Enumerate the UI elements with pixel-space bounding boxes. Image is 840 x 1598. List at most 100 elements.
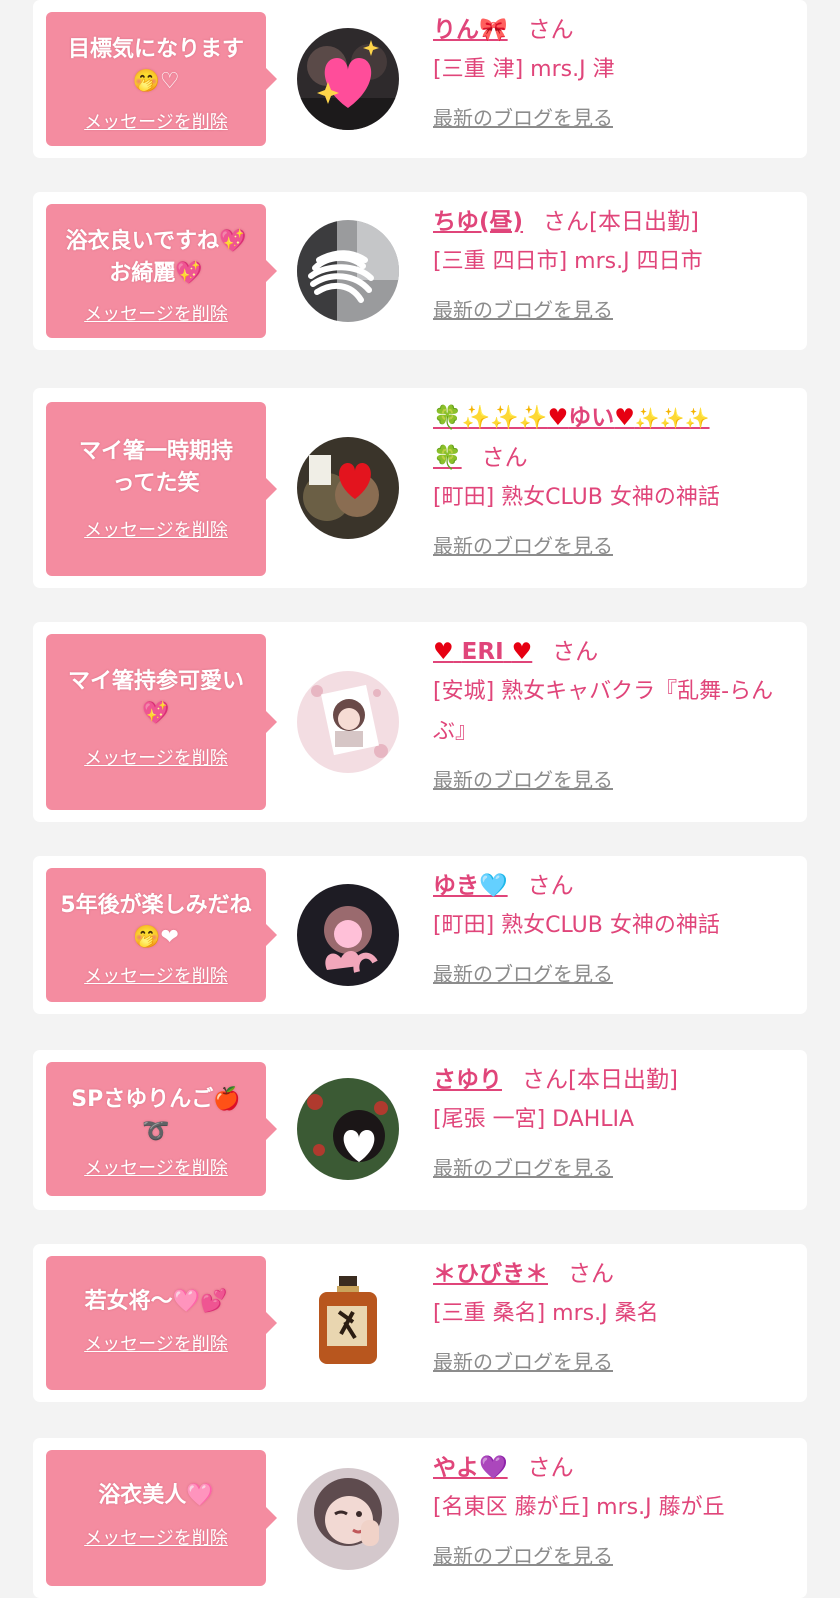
view-blog-link[interactable]: 最新のブログを見る: [433, 958, 613, 987]
red-heart-icon: [297, 437, 399, 539]
user-name-link[interactable]: やよ💜: [433, 1455, 508, 1481]
user-info: さゆり さん[本日出勤] [尾張 一宮] DAHLIA 最新のブログを見る: [433, 1060, 793, 1181]
message-card: 5年後が楽しみだね 🤭❤ メッセージを削除 ゆき🩵 さん [町田] 熟女CLUB 女…: [33, 856, 807, 1014]
delete-message-button[interactable]: メッセージを削除: [84, 1330, 228, 1356]
delete-message-button[interactable]: メッセージを削除: [84, 1154, 228, 1180]
message-text: マイ箸持参可愛い 💖: [67, 669, 244, 726]
sparkle-heart-icon: [297, 28, 399, 130]
delete-message-button[interactable]: メッセージを削除: [84, 516, 228, 542]
clover-sparkle-icons: 🍀✨✨✨: [433, 405, 548, 431]
user-name-link[interactable]: ♥ ERI ♥: [433, 639, 532, 665]
message-text: SPさゆりんご🍎 ➰: [71, 1087, 241, 1144]
heart-icon: ♥: [614, 405, 635, 431]
view-blog-link[interactable]: 最新のブログを見る: [433, 1346, 613, 1375]
shop-name: [安城] 熟女キャバクラ『乱舞-らんぶ』: [433, 679, 774, 744]
user-name-link[interactable]: りん🎀: [433, 17, 508, 43]
message-card: マイ箸一時期持ってた笑 メッセージを削除 🍀✨✨✨♥ゆい♥✨✨✨ 🍀 さん [町田]…: [33, 388, 807, 588]
honorific: さん: [481, 445, 528, 471]
smile-heart-icon: 🤭❤: [133, 925, 179, 950]
delete-message-button[interactable]: メッセージを削除: [84, 300, 228, 326]
user-info: りん🎀 さん [三重 津] mrs.J 津 最新のブログを見る: [433, 10, 793, 131]
shop-name: [名東区 藤が丘] mrs.J 藤が丘: [433, 1495, 725, 1520]
honorific: さん: [527, 1455, 574, 1481]
apple-icon: 🍎: [213, 1087, 241, 1112]
blur-face-icon: [297, 884, 399, 986]
view-blog-link[interactable]: 最新のブログを見る: [433, 102, 613, 131]
user-name-link[interactable]: ＊ひびき＊: [433, 1261, 548, 1287]
avatar[interactable]: [297, 1272, 399, 1374]
user-name-link[interactable]: 🍀✨✨✨♥ゆい♥✨✨✨ 🍀: [433, 405, 710, 471]
message-text: 5年後が楽しみだね 🤭❤: [60, 893, 252, 950]
shop-name: [三重 津] mrs.J 津: [433, 57, 615, 82]
user-name-link[interactable]: ちゆ(昼): [433, 209, 523, 235]
message-card: 浴衣良いですね💖 お綺麗💖 メッセージを削除 ちゆ(昼) さん[本日出勤] [三重 …: [33, 192, 807, 350]
view-blog-link[interactable]: 最新のブログを見る: [433, 1540, 613, 1569]
sparkle-icons: ✨✨✨: [634, 406, 710, 430]
message-bubble: 浴衣美人🩷 メッセージを削除: [46, 1450, 277, 1586]
delete-message-button[interactable]: メッセージを削除: [84, 1524, 228, 1550]
heart-icon: 💖: [142, 701, 170, 726]
whisky-bottle-icon: [297, 1272, 399, 1374]
user-info: ＊ひびき＊ さん [三重 桑名] mrs.J 桑名 最新のブログを見る: [433, 1254, 793, 1375]
avatar[interactable]: [297, 28, 399, 130]
name-line: ＊ひびき＊ さん: [433, 1254, 793, 1294]
message-bubble: 浴衣良いですね💖 お綺麗💖 メッセージを削除: [46, 204, 277, 338]
message-card: 浴衣美人🩷 メッセージを削除 やよ💜 さん [名東区 藤が丘] mrs.J 藤が丘…: [33, 1438, 807, 1598]
heart-icon: 🩷💕: [172, 1289, 228, 1314]
name-line: やよ💜 さん: [433, 1448, 793, 1488]
message-bubble: 5年後が楽しみだね 🤭❤ メッセージを削除: [46, 868, 277, 1002]
user-info: 🍀✨✨✨♥ゆい♥✨✨✨ 🍀 さん [町田] 熟女CLUB 女神の神話 最新のブログを…: [433, 398, 793, 559]
heart-icon: ♥: [547, 405, 569, 431]
view-blog-link[interactable]: 最新のブログを見る: [433, 764, 613, 793]
message-card: マイ箸持参可愛い 💖 メッセージを削除 ♥ ERI ♥ さん [安城] 熟女キャバク…: [33, 622, 807, 822]
message-text: 目標気になります 🤭♡: [67, 37, 244, 94]
message-emoji: 🤭♡: [132, 69, 180, 94]
view-blog-link[interactable]: 最新のブログを見る: [433, 294, 613, 323]
name-line: ♥ ERI ♥ さん: [433, 632, 793, 672]
name-line: さゆり さん[本日出勤]: [433, 1060, 793, 1100]
shop-name: [三重 桑名] mrs.J 桑名: [433, 1301, 659, 1326]
view-blog-link[interactable]: 最新のブログを見る: [433, 1152, 613, 1181]
honorific: さん: [552, 639, 599, 665]
ribbon-icon: 🎀: [479, 17, 508, 43]
user-name-link[interactable]: ゆき🩵: [433, 873, 508, 899]
shop-name: [三重 四日市] mrs.J 四日市: [433, 249, 703, 274]
avatar[interactable]: [297, 671, 399, 773]
avatar[interactable]: [297, 1468, 399, 1570]
avatar[interactable]: [297, 884, 399, 986]
message-bubble: SPさゆりんご🍎 ➰ メッセージを削除: [46, 1062, 277, 1196]
delete-message-button[interactable]: メッセージを削除: [84, 744, 228, 770]
heart-icon: 💖: [175, 261, 203, 286]
message-text: 浴衣美人🩷: [98, 1483, 214, 1508]
honorific: さん: [522, 1067, 568, 1093]
honorific: さん: [527, 873, 574, 899]
name-line: ちゆ(昼) さん[本日出勤]: [433, 202, 793, 242]
message-text: マイ箸一時期持ってた笑: [78, 439, 233, 496]
message-text: 浴衣良いですね💖 お綺麗💖: [65, 229, 247, 286]
view-blog-link[interactable]: 最新のブログを見る: [433, 530, 613, 559]
avatar[interactable]: [297, 1078, 399, 1180]
heart-icon: ♥: [511, 639, 533, 665]
message-card: SPさゆりんご🍎 ➰ メッセージを削除 さゆり さん[本日出勤] [尾張 一宮] D…: [33, 1050, 807, 1210]
message-bubble: 若女将〜🩷💕 メッセージを削除: [46, 1256, 277, 1390]
user-info: ちゆ(昼) さん[本日出勤] [三重 四日市] mrs.J 四日市 最新のブログを…: [433, 202, 793, 323]
heart-icon: 🩷: [186, 1483, 214, 1508]
user-info: ♥ ERI ♥ さん [安城] 熟女キャバクラ『乱舞-らんぶ』 最新のブログを見る: [433, 632, 793, 793]
name-line: ゆき🩵 さん: [433, 866, 793, 906]
user-name-link[interactable]: さゆり: [433, 1067, 502, 1093]
message-bubble: マイ箸一時期持ってた笑 メッセージを削除: [46, 402, 277, 576]
honorific: さん: [568, 1261, 614, 1287]
photo-frame-icon: [297, 671, 399, 773]
user-info: ゆき🩵 さん [町田] 熟女CLUB 女神の神話 最新のブログを見る: [433, 866, 793, 987]
avatar[interactable]: [297, 437, 399, 539]
delete-message-button[interactable]: メッセージを削除: [84, 962, 228, 988]
blue-heart-icon: 🩵: [479, 873, 508, 899]
message-list: 目標気になります 🤭♡ メッセージを削除 りん🎀 さん [三重 津] mrs.J 津…: [0, 0, 840, 1598]
user-info: やよ💜 さん [名東区 藤が丘] mrs.J 藤が丘 最新のブログを見る: [433, 1448, 793, 1569]
avatar[interactable]: [297, 220, 399, 322]
delete-message-button[interactable]: メッセージを削除: [84, 108, 228, 134]
message-card: 目標気になります 🤭♡ メッセージを削除 りん🎀 さん [三重 津] mrs.J 津…: [33, 0, 807, 158]
purple-heart-icon: 💜: [479, 1455, 508, 1481]
scribble-icon: [297, 220, 399, 322]
heart-face-icon: [297, 1078, 399, 1180]
